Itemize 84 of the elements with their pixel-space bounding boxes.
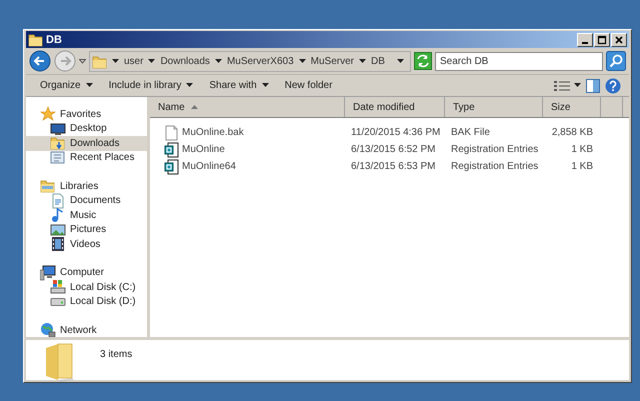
computer-icon — [40, 264, 56, 281]
toolbar-button[interactable]: Share with — [203, 78, 275, 93]
refresh-button[interactable] — [414, 52, 432, 70]
nav-item[interactable]: Libraries — [26, 179, 147, 194]
column-header[interactable]: Size — [543, 97, 601, 117]
maximize-button[interactable] — [594, 32, 610, 46]
preview-pane-icon[interactable] — [585, 78, 601, 94]
table-cell-text: BAK File — [450, 126, 491, 140]
nav-item[interactable]: Recent Places — [26, 150, 147, 165]
star-icon — [40, 106, 56, 122]
history-caret-icon[interactable] — [79, 58, 86, 64]
picture-icon — [50, 222, 66, 238]
toolbar-button[interactable]: New folder — [278, 78, 338, 93]
close-button[interactable] — [611, 32, 627, 46]
nav-item[interactable]: Network — [26, 323, 147, 338]
breadcrumb-caret-icon[interactable] — [298, 58, 306, 64]
folder-arrow-icon — [50, 135, 66, 152]
minimize-icon — [582, 42, 588, 44]
monitor-icon — [50, 120, 66, 137]
table-cell-text: 6/13/2015 6:52 PM — [350, 142, 437, 156]
file-item[interactable]: MuOnline64 — [150, 158, 345, 174]
caret-icon — [262, 83, 269, 88]
breadcrumb[interactable]: MuServer — [310, 56, 354, 66]
nav-item[interactable]: Pictures — [26, 222, 147, 237]
film-icon — [50, 236, 66, 252]
minimize-button[interactable] — [577, 32, 593, 46]
column-header[interactable]: Date modified — [345, 97, 445, 117]
nav-item[interactable]: Local Disk (D:) — [26, 294, 147, 309]
help-icon[interactable] — [605, 78, 621, 94]
breadcrumb[interactable]: user — [124, 56, 144, 66]
document-icon — [50, 192, 66, 209]
recent-places-icon — [50, 150, 66, 166]
back-button[interactable] — [29, 50, 51, 72]
item-count: 3 items — [100, 349, 132, 360]
view-caret-icon[interactable] — [574, 83, 581, 88]
file-item[interactable]: MuOnline — [150, 142, 345, 158]
breadcrumb[interactable]: Downloads — [160, 56, 210, 66]
table-cell-text: 1 KB — [570, 142, 594, 156]
nav-item[interactable]: Videos — [26, 237, 147, 252]
nav-item[interactable]: Desktop — [26, 122, 147, 136]
nav-item[interactable]: Music — [26, 208, 147, 222]
address-bar[interactable]: user Downloads MuServerX603 MuServer DB — [89, 50, 411, 72]
globe-icon — [40, 322, 56, 338]
toolbar-button[interactable]: Include in library — [102, 78, 200, 93]
search-field[interactable]: Search DB — [435, 52, 603, 70]
window-title: DB — [46, 34, 62, 46]
maximize-icon — [597, 34, 607, 44]
table-cell-text: 1 KB — [570, 160, 594, 174]
selected-nav-item[interactable]: Downloads — [26, 136, 147, 150]
nav-item[interactable]: Local Disk (C:) — [26, 280, 147, 294]
table-cell-text: Registration Entries — [450, 142, 540, 156]
search-button[interactable] — [606, 51, 626, 71]
breadcrumb-caret-icon[interactable] — [214, 58, 222, 64]
breadcrumb[interactable]: DB — [371, 56, 385, 66]
registry-file-icon — [164, 158, 180, 174]
breadcrumb-caret-icon[interactable] — [148, 58, 156, 64]
nav-item[interactable]: Computer — [26, 266, 147, 280]
file-item[interactable]: MuOnline.bak — [150, 124, 345, 140]
table-cell-text: 6/13/2015 6:53 PM — [350, 160, 437, 174]
column-header[interactable]: Name — [150, 97, 345, 117]
file-icon — [164, 124, 180, 140]
table-cell-text: 11/20/2015 4:36 PM — [350, 126, 442, 140]
nav-item[interactable]: Favorites — [26, 107, 147, 122]
breadcrumb[interactable]: MuServerX603 — [226, 56, 294, 66]
nav-item[interactable]: Documents — [26, 194, 147, 208]
sort-arrow-icon — [190, 105, 198, 109]
breadcrumb-caret-icon[interactable] — [112, 58, 119, 64]
view-options-icon[interactable] — [554, 80, 570, 92]
folder-icon — [28, 32, 43, 47]
breadcrumb-caret-icon[interactable] — [359, 58, 366, 64]
caret-icon — [186, 83, 194, 88]
music-note-icon — [50, 207, 66, 224]
table-cell-text: 2,858 KB — [550, 126, 594, 140]
close-icon — [614, 34, 624, 44]
column-header[interactable]: Type — [445, 97, 543, 117]
toolbar-button[interactable]: Organize — [34, 78, 99, 93]
system-drive-icon — [50, 279, 66, 296]
caret-icon — [86, 83, 93, 88]
library-icon — [40, 178, 56, 194]
dropdown-caret-icon[interactable] — [397, 58, 404, 64]
drive-icon — [50, 298, 66, 306]
table-cell-text: Registration Entries — [450, 160, 540, 174]
folder-icon — [92, 54, 107, 68]
registry-file-icon — [164, 142, 180, 158]
